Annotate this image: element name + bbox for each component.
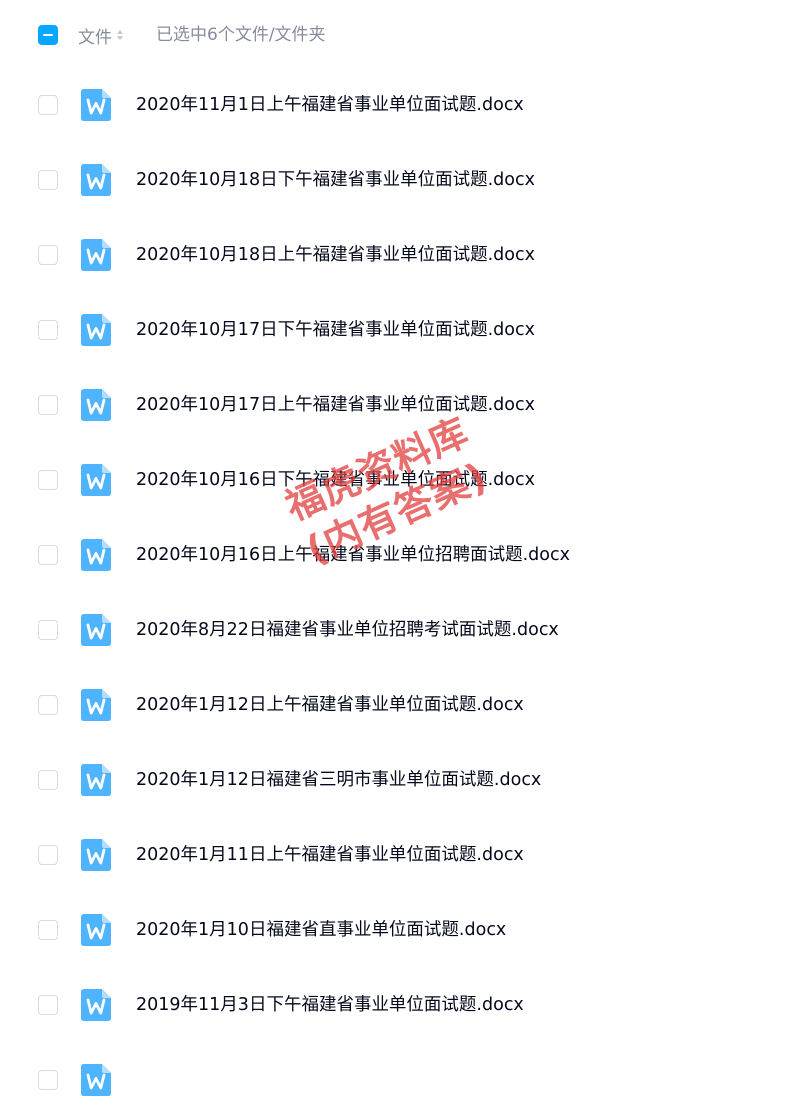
select-all-checkbox[interactable]	[38, 25, 58, 45]
file-row[interactable]	[0, 1042, 800, 1117]
file-row[interactable]: 2020年10月18日下午福建省事业单位面试题.docx	[0, 142, 800, 217]
word-doc-icon	[80, 988, 112, 1022]
file-name[interactable]: 2020年8月22日福建省事业单位招聘考试面试题.docx	[136, 616, 559, 644]
file-name[interactable]: 2020年1月12日上午福建省事业单位面试题.docx	[136, 691, 524, 719]
file-list: 2020年11月1日上午福建省事业单位面试题.docx 2020年10月18日下午…	[0, 67, 800, 1117]
file-row[interactable]: 2020年11月1日上午福建省事业单位面试题.docx	[0, 67, 800, 142]
word-doc-icon	[80, 313, 112, 347]
file-name[interactable]: 2020年1月11日上午福建省事业单位面试题.docx	[136, 841, 524, 869]
word-doc-icon	[80, 613, 112, 647]
file-name[interactable]: 2020年10月16日上午福建省事业单位招聘面试题.docx	[136, 541, 570, 569]
file-row[interactable]: 2020年10月17日上午福建省事业单位面试题.docx	[0, 367, 800, 442]
file-name[interactable]: 2020年1月10日福建省直事业单位面试题.docx	[136, 916, 506, 944]
file-name[interactable]: 2020年10月17日下午福建省事业单位面试题.docx	[136, 316, 535, 344]
file-row[interactable]: 2020年1月11日上午福建省事业单位面试题.docx	[0, 817, 800, 892]
file-name[interactable]: 2020年10月17日上午福建省事业单位面试题.docx	[136, 391, 535, 419]
file-row[interactable]: 2020年10月17日下午福建省事业单位面试题.docx	[0, 292, 800, 367]
word-doc-icon	[80, 763, 112, 797]
word-doc-icon	[80, 1063, 112, 1097]
word-doc-icon	[80, 538, 112, 572]
row-checkbox[interactable]	[38, 320, 58, 340]
row-checkbox[interactable]	[38, 95, 58, 115]
word-doc-icon	[80, 688, 112, 722]
name-column-label: 文件	[78, 27, 112, 48]
file-row[interactable]: 2020年1月10日福建省直事业单位面试题.docx	[0, 892, 800, 967]
file-name[interactable]: 2020年10月18日下午福建省事业单位面试题.docx	[136, 166, 535, 194]
sort-icon[interactable]	[117, 30, 123, 40]
file-row[interactable]: 2020年1月12日福建省三明市事业单位面试题.docx	[0, 742, 800, 817]
file-row[interactable]: 2020年1月12日上午福建省事业单位面试题.docx	[0, 667, 800, 742]
selection-status: 已选中6个文件/文件夹	[156, 25, 326, 45]
file-row[interactable]: 2020年10月16日上午福建省事业单位招聘面试题.docx	[0, 517, 800, 592]
row-checkbox[interactable]	[38, 170, 58, 190]
file-row[interactable]: 2020年10月16日下午福建省事业单位面试题.docx	[0, 442, 800, 517]
row-checkbox[interactable]	[38, 695, 58, 715]
word-doc-icon	[80, 163, 112, 197]
file-row[interactable]: 2020年10月18日上午福建省事业单位面试题.docx	[0, 217, 800, 292]
row-checkbox[interactable]	[38, 845, 58, 865]
row-checkbox[interactable]	[38, 470, 58, 490]
file-name[interactable]: 2020年1月12日福建省三明市事业单位面试题.docx	[136, 766, 541, 794]
name-column-header[interactable]: 文件	[78, 22, 123, 48]
file-name[interactable]: 2020年10月18日上午福建省事业单位面试题.docx	[136, 241, 535, 269]
word-doc-icon	[80, 88, 112, 122]
file-row[interactable]: 2020年8月22日福建省事业单位招聘考试面试题.docx	[0, 592, 800, 667]
word-doc-icon	[80, 913, 112, 947]
word-doc-icon	[80, 388, 112, 422]
row-checkbox[interactable]	[38, 620, 58, 640]
word-doc-icon	[80, 463, 112, 497]
row-checkbox[interactable]	[38, 920, 58, 940]
row-checkbox[interactable]	[38, 770, 58, 790]
file-row[interactable]: 2019年11月3日下午福建省事业单位面试题.docx	[0, 967, 800, 1042]
word-doc-icon	[80, 238, 112, 272]
row-checkbox[interactable]	[38, 1070, 58, 1090]
row-checkbox[interactable]	[38, 395, 58, 415]
row-checkbox[interactable]	[38, 995, 58, 1015]
file-name[interactable]: 2019年11月3日下午福建省事业单位面试题.docx	[136, 991, 524, 1019]
row-checkbox[interactable]	[38, 245, 58, 265]
file-list-header: 文件 已选中6个文件/文件夹	[0, 0, 800, 72]
word-doc-icon	[80, 838, 112, 872]
row-checkbox[interactable]	[38, 545, 58, 565]
file-name[interactable]: 2020年10月16日下午福建省事业单位面试题.docx	[136, 466, 535, 494]
file-name[interactable]: 2020年11月1日上午福建省事业单位面试题.docx	[136, 91, 524, 119]
